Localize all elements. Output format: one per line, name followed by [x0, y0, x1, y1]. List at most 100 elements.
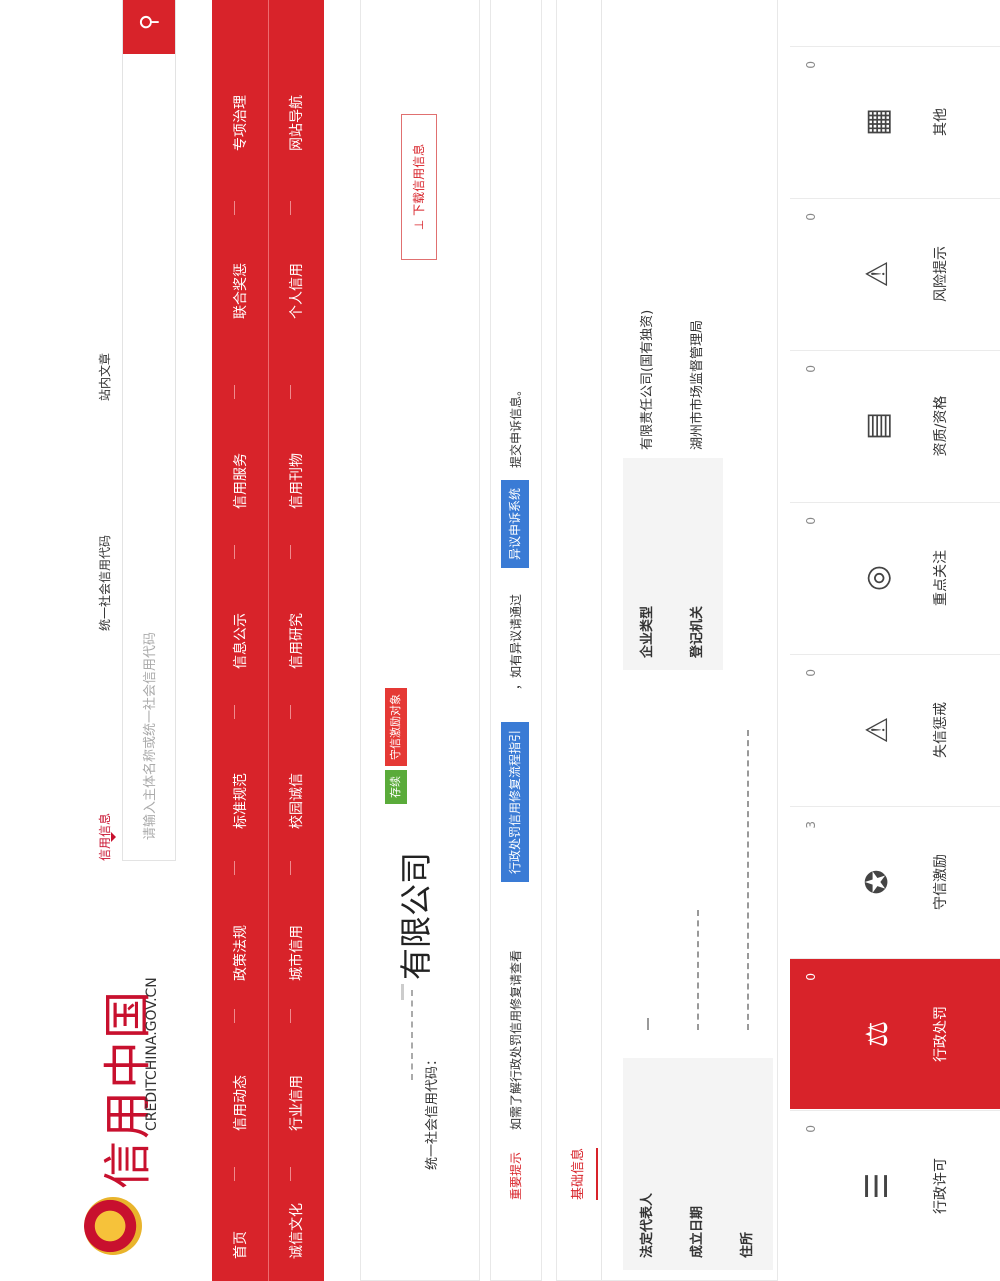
site-logo[interactable]: 信用中国 CREDITCHINA.GOV.CN [0, 977, 200, 1281]
rotated-page: 信用中国 CREDITCHINA.GOV.CN 信用信息 统一社会信用代码 站内… [0, 0, 1000, 1281]
category-count: 0 [804, 973, 818, 981]
category-count: 3 [804, 821, 818, 829]
category-count: 0 [804, 61, 818, 69]
category-label: 重点关注 [933, 550, 949, 606]
nav-divider [290, 201, 291, 215]
nav-site-navigation[interactable]: 网站导航 [286, 95, 306, 151]
company-header-card: 统一社会信用代码： 有限公司 存续 守信激励对象 ⊥ 下载信用信息 [360, 0, 480, 1281]
nav-integrity-culture[interactable]: 诚信文化 [286, 1203, 306, 1259]
warning-icon: ⚠ [860, 716, 895, 744]
category-tile[interactable]: 0 ⚠ 失信惩戒 [790, 654, 1000, 805]
nav-city-credit[interactable]: 城市信用 [286, 925, 306, 981]
nav-row-2: 诚信文化 行业信用 城市信用 校园诚信 信用研究 信用刊物 个人信用 网站导航 [268, 0, 324, 1281]
nav-credit-service[interactable]: 信用服务 [230, 453, 250, 509]
notice-text-1: 如需了解行政处罚信用修复请查看 [509, 949, 523, 1130]
category-count: 0 [804, 1125, 818, 1133]
category-tile[interactable]: 0 ◎ 重点关注 [790, 502, 1000, 653]
divider [601, 0, 602, 1280]
download-icon: ⊥ [412, 215, 426, 231]
certificate-icon: ▤ [860, 411, 895, 441]
nav-campus-integrity[interactable]: 校园诚信 [286, 773, 306, 829]
nav-standards[interactable]: 标准规范 [230, 773, 250, 829]
info-row: 成立日期 登记机关 湖州市市场监督管理局 [673, 9, 723, 1270]
nav-policies[interactable]: 政策法规 [230, 925, 250, 981]
credit-tag-badge: 守信激励对象 [385, 688, 407, 766]
field-label: 成立日期 [673, 1058, 723, 1270]
credit-code-label: 统一社会信用代码： [425, 1052, 440, 1170]
gavel-icon: ⚖ [860, 1020, 895, 1048]
nav-disclosure[interactable]: 信息公示 [230, 613, 250, 669]
tab-credit-info[interactable]: 信用信息 [96, 813, 113, 861]
basic-info-title[interactable]: 基础信息 [567, 1148, 586, 1200]
category-label: 风险提示 [933, 246, 949, 302]
nav-credit-research[interactable]: 信用研究 [286, 613, 306, 669]
info-row: 住所 [723, 9, 773, 1270]
medal-icon: ✪ [860, 869, 895, 895]
search-button[interactable]: ⚲ [123, 0, 175, 54]
category-tile[interactable]: 0 ▦ 其他 [790, 46, 1000, 197]
category-grid: 0 ☰ 行政许可 0 ⚖ 行政处罚 3 ✪ 守信激励 0 ⚠ 失信惩戒 0 ◎ 重点关注 0 ▤ 资质/资格 0 ⚠ 风… [790, 0, 1000, 1281]
nav-credit-news[interactable]: 信用动态 [230, 1075, 250, 1131]
nav-industry-credit[interactable]: 行业信用 [286, 1075, 306, 1131]
field-label: 住所 [723, 1058, 773, 1270]
nav-rewards-punishment[interactable]: 联合奖惩 [230, 263, 250, 319]
redacted-name [401, 984, 404, 1000]
category-tile[interactable]: 0 ⚖ 行政处罚 [790, 958, 1000, 1109]
category-count: 0 [804, 365, 818, 373]
category-tile[interactable]: 0 ⚠ 风险提示 [790, 198, 1000, 349]
nav-divider [290, 861, 291, 875]
category-count: 0 [804, 213, 818, 221]
other-icon: ▦ [860, 107, 895, 137]
search-box: 请输入主体名称或统一社会信用代码 ⚲ [122, 0, 176, 861]
redacted-value [697, 910, 701, 1030]
redacted-value [747, 730, 751, 1030]
redacted-code [411, 990, 415, 1080]
nav-divider [290, 545, 291, 559]
company-name: 有限公司 [397, 851, 435, 980]
field-value: 湖州市市场监督管理局 [690, 319, 705, 450]
nav-divider [290, 705, 291, 719]
basic-info-panel: 基础信息 法定代表人 企业类型 有限责任公司(国有独资) 成立日期 登记机关 湖… [556, 0, 778, 1281]
category-tile[interactable]: 0 ☰ 行政许可 [790, 1110, 1000, 1261]
field-label: 企业类型 [623, 458, 673, 670]
notice-text-3: 提交申诉信息。 [509, 383, 523, 468]
redacted-value [647, 1018, 651, 1030]
category-label: 其他 [933, 108, 949, 136]
category-label: 行政处罚 [933, 1006, 949, 1062]
info-row: 法定代表人 企业类型 有限责任公司(国有独资) [623, 9, 673, 1270]
category-count: 0 [804, 669, 818, 677]
nav-divider [234, 385, 235, 399]
nav-row-1: 首页 信用动态 政策法规 标准规范 信息公示 信用服务 联合奖惩 专项治理 [212, 0, 269, 1281]
category-label: 行政许可 [933, 1158, 949, 1214]
search-icon: ⚲ [136, 13, 162, 31]
nav-divider [234, 861, 235, 875]
nav-personal-credit[interactable]: 个人信用 [286, 263, 306, 319]
nav-credit-publications[interactable]: 信用刊物 [286, 453, 306, 509]
repair-guide-button[interactable]: 行政处罚信用修复流程指引 [501, 721, 529, 882]
nav-special-governance[interactable]: 专项治理 [230, 95, 250, 151]
nav-divider [290, 1167, 291, 1181]
nav-divider [234, 705, 235, 719]
status-badge: 存续 [385, 770, 407, 804]
category-tile[interactable]: 3 ✪ 守信激励 [790, 806, 1000, 957]
download-credit-info-button[interactable]: ⊥ 下载信用信息 [401, 114, 437, 260]
category-label: 资质/资格 [933, 395, 949, 457]
search-input[interactable]: 请输入主体名称或统一社会信用代码 [139, 632, 158, 840]
nav-divider [234, 1167, 235, 1181]
nav-divider [234, 1009, 235, 1023]
nav-divider [234, 545, 235, 559]
appeal-system-button[interactable]: 异议申诉系统 [501, 479, 529, 568]
field-value: 有限责任公司(国有独资) [640, 309, 655, 450]
nav-home[interactable]: 首页 [230, 1231, 250, 1259]
nav-divider [290, 385, 291, 399]
tab-site-articles[interactable]: 站内文章 [96, 353, 113, 401]
nav-divider [234, 201, 235, 215]
category-label: 守信激励 [933, 854, 949, 910]
notice-key: 重要提示 [509, 1151, 523, 1200]
notice-text-2: ，如有异议请通过 [509, 593, 523, 690]
notice-bar: 重要提示 如需了解行政处罚信用修复请查看 行政处罚信用修复流程指引 ，如有异议请… [490, 0, 542, 1281]
search-tabs: 信用信息 统一社会信用代码 站内文章 [90, 341, 116, 861]
category-tile[interactable]: 0 ▤ 资质/资格 [790, 350, 1000, 501]
category-label: 失信惩戒 [933, 702, 949, 758]
tab-credit-code[interactable]: 统一社会信用代码 [96, 535, 113, 631]
